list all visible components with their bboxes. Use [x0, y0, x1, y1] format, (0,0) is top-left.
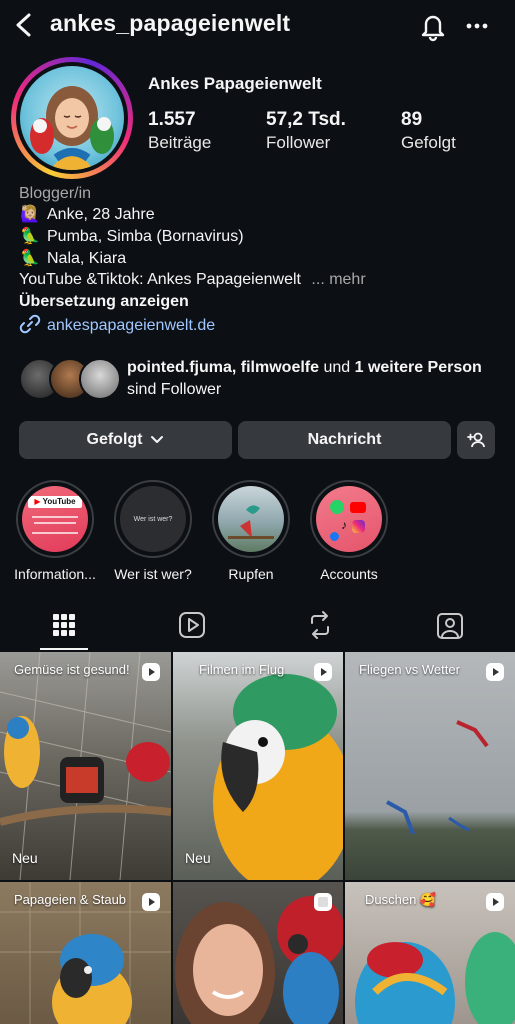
back-arrow-icon[interactable]: [10, 10, 38, 40]
grid-post-2[interactable]: Filmen im Flug Neu: [173, 652, 343, 880]
website-url: ankespapageienwelt.de: [47, 317, 216, 334]
followers-stat[interactable]: 57,2 Tsd. Follower: [266, 109, 346, 153]
bio-line: 🙋🏼‍♀️ Anke, 28 Jahre: [19, 204, 155, 226]
reels-icon[interactable]: [175, 608, 209, 642]
highlight-label: Information...: [14, 566, 96, 582]
highlight-label: Rupfen: [228, 566, 274, 582]
new-badge: Neu: [185, 850, 211, 866]
highlight-accounts[interactable]: ♪ Accounts: [299, 480, 399, 582]
highlight-information[interactable]: ▶ YouTube Information...: [5, 480, 105, 582]
posts-label: Beiträge: [148, 133, 212, 152]
post-title: Papageien & Staub: [14, 892, 127, 907]
post-thumbnail: [386, 720, 489, 835]
avatar: [79, 358, 121, 400]
tiktok-icon: ♪: [341, 518, 347, 532]
bio-line: 🦜 Nala, Kiara: [19, 248, 126, 270]
post-title: Gemüse ist gesund!: [14, 662, 130, 677]
reel-icon: [142, 663, 160, 681]
mutual-followers-text[interactable]: pointed.fjuma, filmwoelfe und 1 weitere …: [127, 357, 507, 401]
message-button-label: Nachricht: [307, 431, 382, 448]
posts-stat[interactable]: 1.557 Beiträge: [148, 109, 211, 153]
reel-icon: [314, 663, 332, 681]
followers-count: 57,2 Tsd.: [266, 109, 346, 130]
chevron-down-icon: [150, 436, 163, 443]
tagged-icon[interactable]: [433, 608, 467, 642]
following-stat[interactable]: 89 Gefolgt: [401, 109, 456, 153]
reel-icon: [486, 893, 504, 911]
highlight-label: Accounts: [320, 566, 378, 582]
mutual-others: 1 weitere Person: [354, 359, 482, 376]
new-badge: Neu: [12, 850, 38, 866]
highlight-cover-text: Wer ist wer?: [133, 515, 173, 523]
profile-avatar[interactable]: [11, 57, 133, 179]
woman-raising-hand-emoji: 🙋🏼‍♀️: [20, 206, 40, 223]
top-bar: ankes_papageienwelt: [0, 0, 515, 56]
following-button[interactable]: Gefolgt: [19, 421, 232, 459]
highlight-cover: [218, 486, 284, 552]
grid-post-6[interactable]: Duschen 🥰: [345, 882, 515, 1024]
message-button[interactable]: Nachricht: [238, 421, 451, 459]
facebook-icon: [330, 532, 339, 541]
reposts-icon[interactable]: [303, 608, 337, 642]
mutual-follower-name: pointed.fjuma: [127, 359, 232, 376]
reel-icon: [486, 663, 504, 681]
mutual-follower-avatars[interactable]: [19, 358, 121, 400]
post-title: Fliegen vs Wetter: [359, 662, 460, 677]
bio-text: Anke, 28 Jahre: [47, 206, 155, 223]
bio-text: YouTube &Tiktok: Ankes Papageienwelt: [19, 271, 301, 288]
suggest-users-button[interactable]: [457, 421, 495, 459]
grid-post-4[interactable]: Papageien & Staub: [0, 882, 171, 1024]
highlight-cover: ♪: [316, 486, 382, 552]
instagram-icon: [352, 520, 365, 533]
highlight-cover-text: YouTube: [42, 497, 76, 506]
highlight-cover: ▶ YouTube: [22, 486, 88, 552]
posts-count: 1.557: [148, 109, 196, 130]
bio-more-link[interactable]: ... mehr: [311, 271, 365, 288]
following-label: Gefolgt: [401, 133, 456, 152]
profile-full-name: Ankes Papageienwelt: [148, 74, 322, 93]
grid-post-1[interactable]: Gemüse ist gesund! Neu: [0, 652, 171, 880]
following-count: 89: [401, 109, 423, 130]
bio-text: Pumba, Simba (Bornavirus): [47, 228, 244, 245]
website-link[interactable]: ankespapageienwelt.de: [19, 314, 215, 337]
add-person-icon: [467, 432, 485, 448]
youtube-icon: ▶: [34, 497, 41, 506]
profile-tabs: [0, 600, 515, 652]
reel-icon: [142, 893, 160, 911]
link-icon: [19, 314, 41, 334]
parrot-photo: [228, 505, 274, 539]
separator: ,: [231, 359, 241, 376]
following-button-label: Gefolgt: [86, 431, 143, 448]
followers-label: Follower: [266, 133, 331, 152]
profile-username: ankes_papageienwelt: [50, 10, 291, 36]
highlight-cover: Wer ist wer?: [120, 486, 186, 552]
translate-link[interactable]: Übersetzung anzeigen: [19, 291, 189, 313]
post-thumbnail: [213, 674, 343, 880]
parrot-emoji: 🦜: [20, 250, 40, 267]
profile-category: Blogger/in: [19, 185, 92, 202]
bell-icon[interactable]: [418, 10, 448, 42]
connector-text: und: [319, 359, 355, 376]
post-title: Duschen 🥰: [365, 892, 437, 907]
grid-icon[interactable]: [47, 608, 81, 642]
highlight-label: Wer ist wer?: [114, 566, 192, 582]
avatar-illustration: [30, 86, 114, 170]
bio-line: 🦜 Pumba, Simba (Bornavirus): [19, 226, 244, 248]
grid-post-5[interactable]: [173, 882, 343, 1024]
bio-line: YouTube &Tiktok: Ankes Papageienwelt ...…: [19, 269, 366, 291]
connector-text: sind Follower: [127, 381, 222, 398]
post-title: Filmen im Flug: [199, 662, 285, 677]
mutual-follower-name: filmwoelfe: [240, 359, 320, 376]
reel-icon: [314, 893, 332, 911]
highlight-rupfen[interactable]: Rupfen: [201, 480, 301, 582]
highlight-wer-ist-wer[interactable]: Wer ist wer? Wer ist wer?: [103, 480, 203, 582]
parrot-emoji: 🦜: [20, 228, 40, 245]
post-thumbnail: [0, 652, 171, 880]
whatsapp-icon: [330, 500, 344, 514]
grid-post-3[interactable]: Fliegen vs Wetter: [345, 652, 515, 880]
more-options-icon[interactable]: [462, 12, 492, 40]
active-tab-indicator: [40, 648, 88, 650]
bio-text: Nala, Kiara: [47, 250, 127, 267]
youtube-icon: [350, 502, 366, 513]
